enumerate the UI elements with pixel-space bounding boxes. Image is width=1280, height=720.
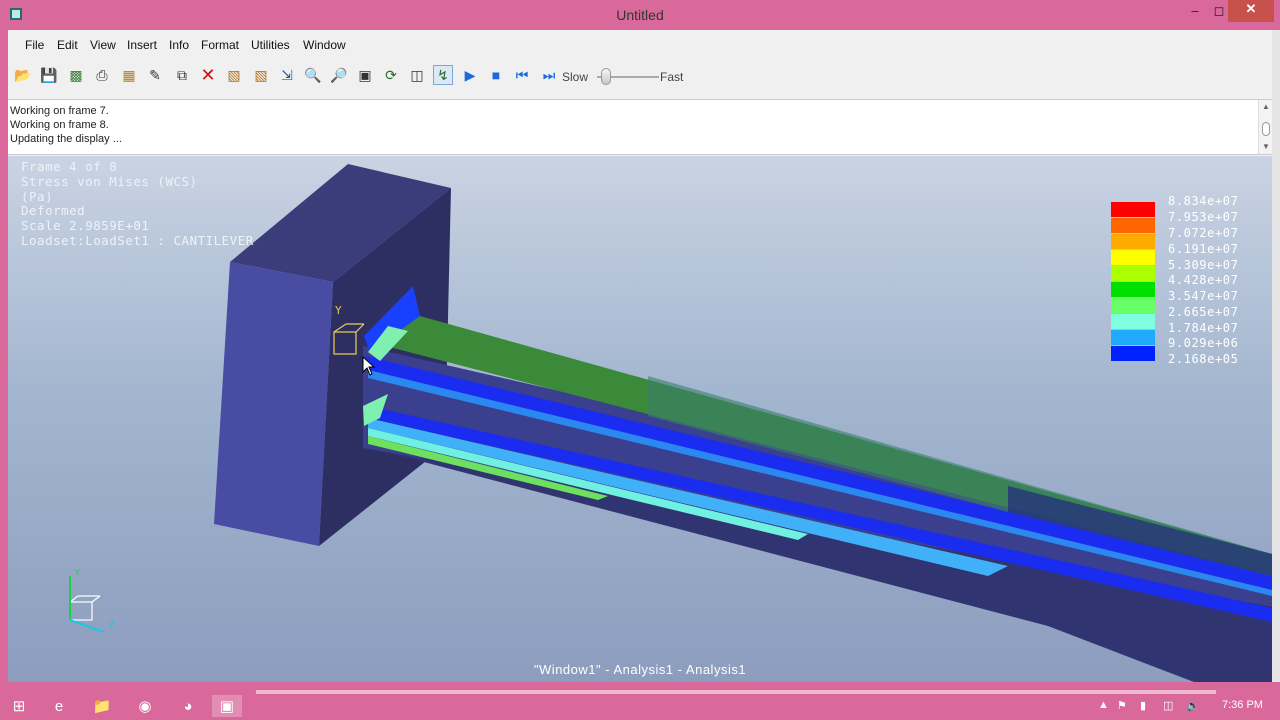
close-button[interactable]: ✕ xyxy=(1228,0,1274,22)
triad-z-label: Z xyxy=(109,620,114,629)
app-window: File Edit View Insert Info Format Utilit… xyxy=(8,30,1272,682)
window-title: Untitled xyxy=(616,7,664,23)
toolbar: 📂 💾 ▩ ⎙ ▦ ✎ ⧉ ✕ ▧ ▧ ⇲ 🔍 🔎 ▣ ⟳ ◫ ↯ ▶ ■ ⏮ … xyxy=(8,61,1272,89)
stop-icon[interactable]: ■ xyxy=(486,65,506,85)
edit-icon[interactable]: ✎ xyxy=(145,65,165,85)
slider-fast-label: Fast xyxy=(660,70,684,84)
deformed-label: Deformed xyxy=(21,203,86,218)
legend-swatch xyxy=(1111,314,1155,329)
refit-icon[interactable]: ▣ xyxy=(355,65,375,85)
frame-info: Frame 4 of 8 xyxy=(21,159,118,174)
view-triad xyxy=(69,576,105,633)
triad-y-label: Y xyxy=(75,568,80,577)
menu-file[interactable]: File xyxy=(25,38,44,52)
volume-icon[interactable]: 🔈 xyxy=(1186,699,1200,712)
last-frame-icon[interactable]: ⏭ xyxy=(539,65,559,85)
legend-value: 3.547e+07 xyxy=(1168,289,1239,303)
viewport-status: "Window1" - Analysis1 - Analysis1 xyxy=(533,662,747,677)
legend-value: 6.191e+07 xyxy=(1168,242,1239,256)
legend-swatch xyxy=(1111,346,1155,361)
message-line: Working on frame 7. xyxy=(10,105,109,117)
menu-info[interactable]: Info xyxy=(169,38,189,52)
ie-icon[interactable]: e xyxy=(44,695,74,717)
menu-utilities[interactable]: Utilities xyxy=(251,38,290,52)
zoom-in-icon[interactable]: 🔍 xyxy=(303,65,323,85)
menu-view[interactable]: View xyxy=(90,38,116,52)
scroll-up-icon[interactable]: ▲ xyxy=(1262,102,1270,111)
legend-swatch xyxy=(1111,202,1155,217)
csys-y-label: Y xyxy=(335,304,342,317)
zoom-out-icon[interactable]: 🔎 xyxy=(329,65,349,85)
query-icon[interactable]: ↯ xyxy=(433,65,453,85)
scale-label: Scale 2.9859E+01 xyxy=(21,218,150,233)
menu-bar: File Edit View Insert Info Format Utilit… xyxy=(8,30,1272,58)
folder-icon[interactable]: 📁 xyxy=(87,695,117,717)
taskbar: ⊞ e 📁 ◉ ◕ ▣ ▲ ⚑ ▮ ◫ 🔈 7:36 PM xyxy=(0,690,1280,720)
save-icon[interactable]: 💾 xyxy=(39,65,59,85)
tray-up-icon[interactable]: ▲ xyxy=(1098,699,1109,711)
flag-icon[interactable]: ⚑ xyxy=(1117,699,1127,712)
info2-icon[interactable]: ▧ xyxy=(251,65,271,85)
first-frame-icon[interactable]: ⏮ xyxy=(512,65,532,85)
menu-format[interactable]: Format xyxy=(201,38,239,52)
message-area: Working on frame 7. Working on frame 8. … xyxy=(8,99,1272,155)
network-icon[interactable]: ◫ xyxy=(1163,699,1173,712)
scroll-thumb[interactable] xyxy=(1262,122,1270,136)
message-scrollbar[interactable]: ▲ ▼ xyxy=(1258,100,1272,154)
app-taskbar-icon[interactable]: ▣ xyxy=(212,695,242,717)
slider-slow-label: Slow xyxy=(562,70,589,84)
message-line: Updating the display ... xyxy=(10,133,122,145)
model-viewport[interactable]: Y Y Z Frame 4 of 8 Stress von Mises (WCS… xyxy=(8,156,1272,682)
title-bar: Untitled – ◻ ✕ xyxy=(0,0,1280,30)
menu-window[interactable]: Window xyxy=(303,38,346,52)
battery-icon[interactable]: ▮ xyxy=(1140,699,1146,712)
legend-value: 7.953e+07 xyxy=(1168,210,1239,224)
copy-icon[interactable]: ⧉ xyxy=(172,65,192,85)
globe-icon[interactable]: ◕ xyxy=(173,695,203,717)
print-icon[interactable]: ⎙ xyxy=(92,65,112,85)
menu-insert[interactable]: Insert xyxy=(127,38,157,52)
orient-icon[interactable]: ⟳ xyxy=(381,65,401,85)
legend-swatch xyxy=(1111,266,1155,281)
loadset-label: Loadset:LoadSet1 : CANTILEVER xyxy=(21,233,254,248)
legend-swatch xyxy=(1111,298,1155,313)
legend-swatch xyxy=(1111,250,1155,265)
import-icon[interactable]: ▩ xyxy=(66,65,86,85)
menu-edit[interactable]: Edit xyxy=(57,38,78,52)
message-line: Working on frame 8. xyxy=(10,119,109,131)
spin-icon[interactable]: ◫ xyxy=(407,65,427,85)
play-icon[interactable]: ▶ xyxy=(460,65,480,85)
legend-value: 8.834e+07 xyxy=(1168,194,1239,208)
resize-icon[interactable]: ⇲ xyxy=(277,65,297,85)
speed-slider-thumb[interactable] xyxy=(601,68,611,85)
legend-value: 5.309e+07 xyxy=(1168,258,1239,272)
window-scrollbar[interactable] xyxy=(1272,30,1280,682)
open-icon[interactable]: 📂 xyxy=(13,65,33,85)
legend-swatch xyxy=(1111,218,1155,233)
legend-swatch xyxy=(1111,330,1155,345)
block-front-face xyxy=(214,262,333,546)
result-type: Stress von Mises (WCS) xyxy=(21,174,198,189)
start-icon[interactable]: ⊞ xyxy=(4,695,34,717)
legend-value: 2.665e+07 xyxy=(1168,305,1239,319)
delete-icon[interactable]: ✕ xyxy=(198,65,218,85)
legend-swatch xyxy=(1111,282,1155,297)
result-units: (Pa) xyxy=(21,189,54,204)
scroll-down-icon[interactable]: ▼ xyxy=(1262,142,1270,151)
taskbar-strip xyxy=(256,690,1216,694)
chrome-icon[interactable]: ◉ xyxy=(130,695,160,717)
legend-value: 2.168e+05 xyxy=(1168,352,1239,366)
mouse-cursor-icon xyxy=(362,356,376,376)
legend-value: 7.072e+07 xyxy=(1168,226,1239,240)
info-icon[interactable]: ▧ xyxy=(224,65,244,85)
legend-value: 9.029e+06 xyxy=(1168,336,1239,350)
clock[interactable]: 7:36 PM xyxy=(1222,699,1263,711)
legend-value: 1.784e+07 xyxy=(1168,321,1239,335)
legend-value: 4.428e+07 xyxy=(1168,273,1239,287)
tool-icon[interactable]: ▦ xyxy=(119,65,139,85)
legend-swatch xyxy=(1111,234,1155,249)
minimize-button[interactable]: – xyxy=(1182,2,1208,22)
